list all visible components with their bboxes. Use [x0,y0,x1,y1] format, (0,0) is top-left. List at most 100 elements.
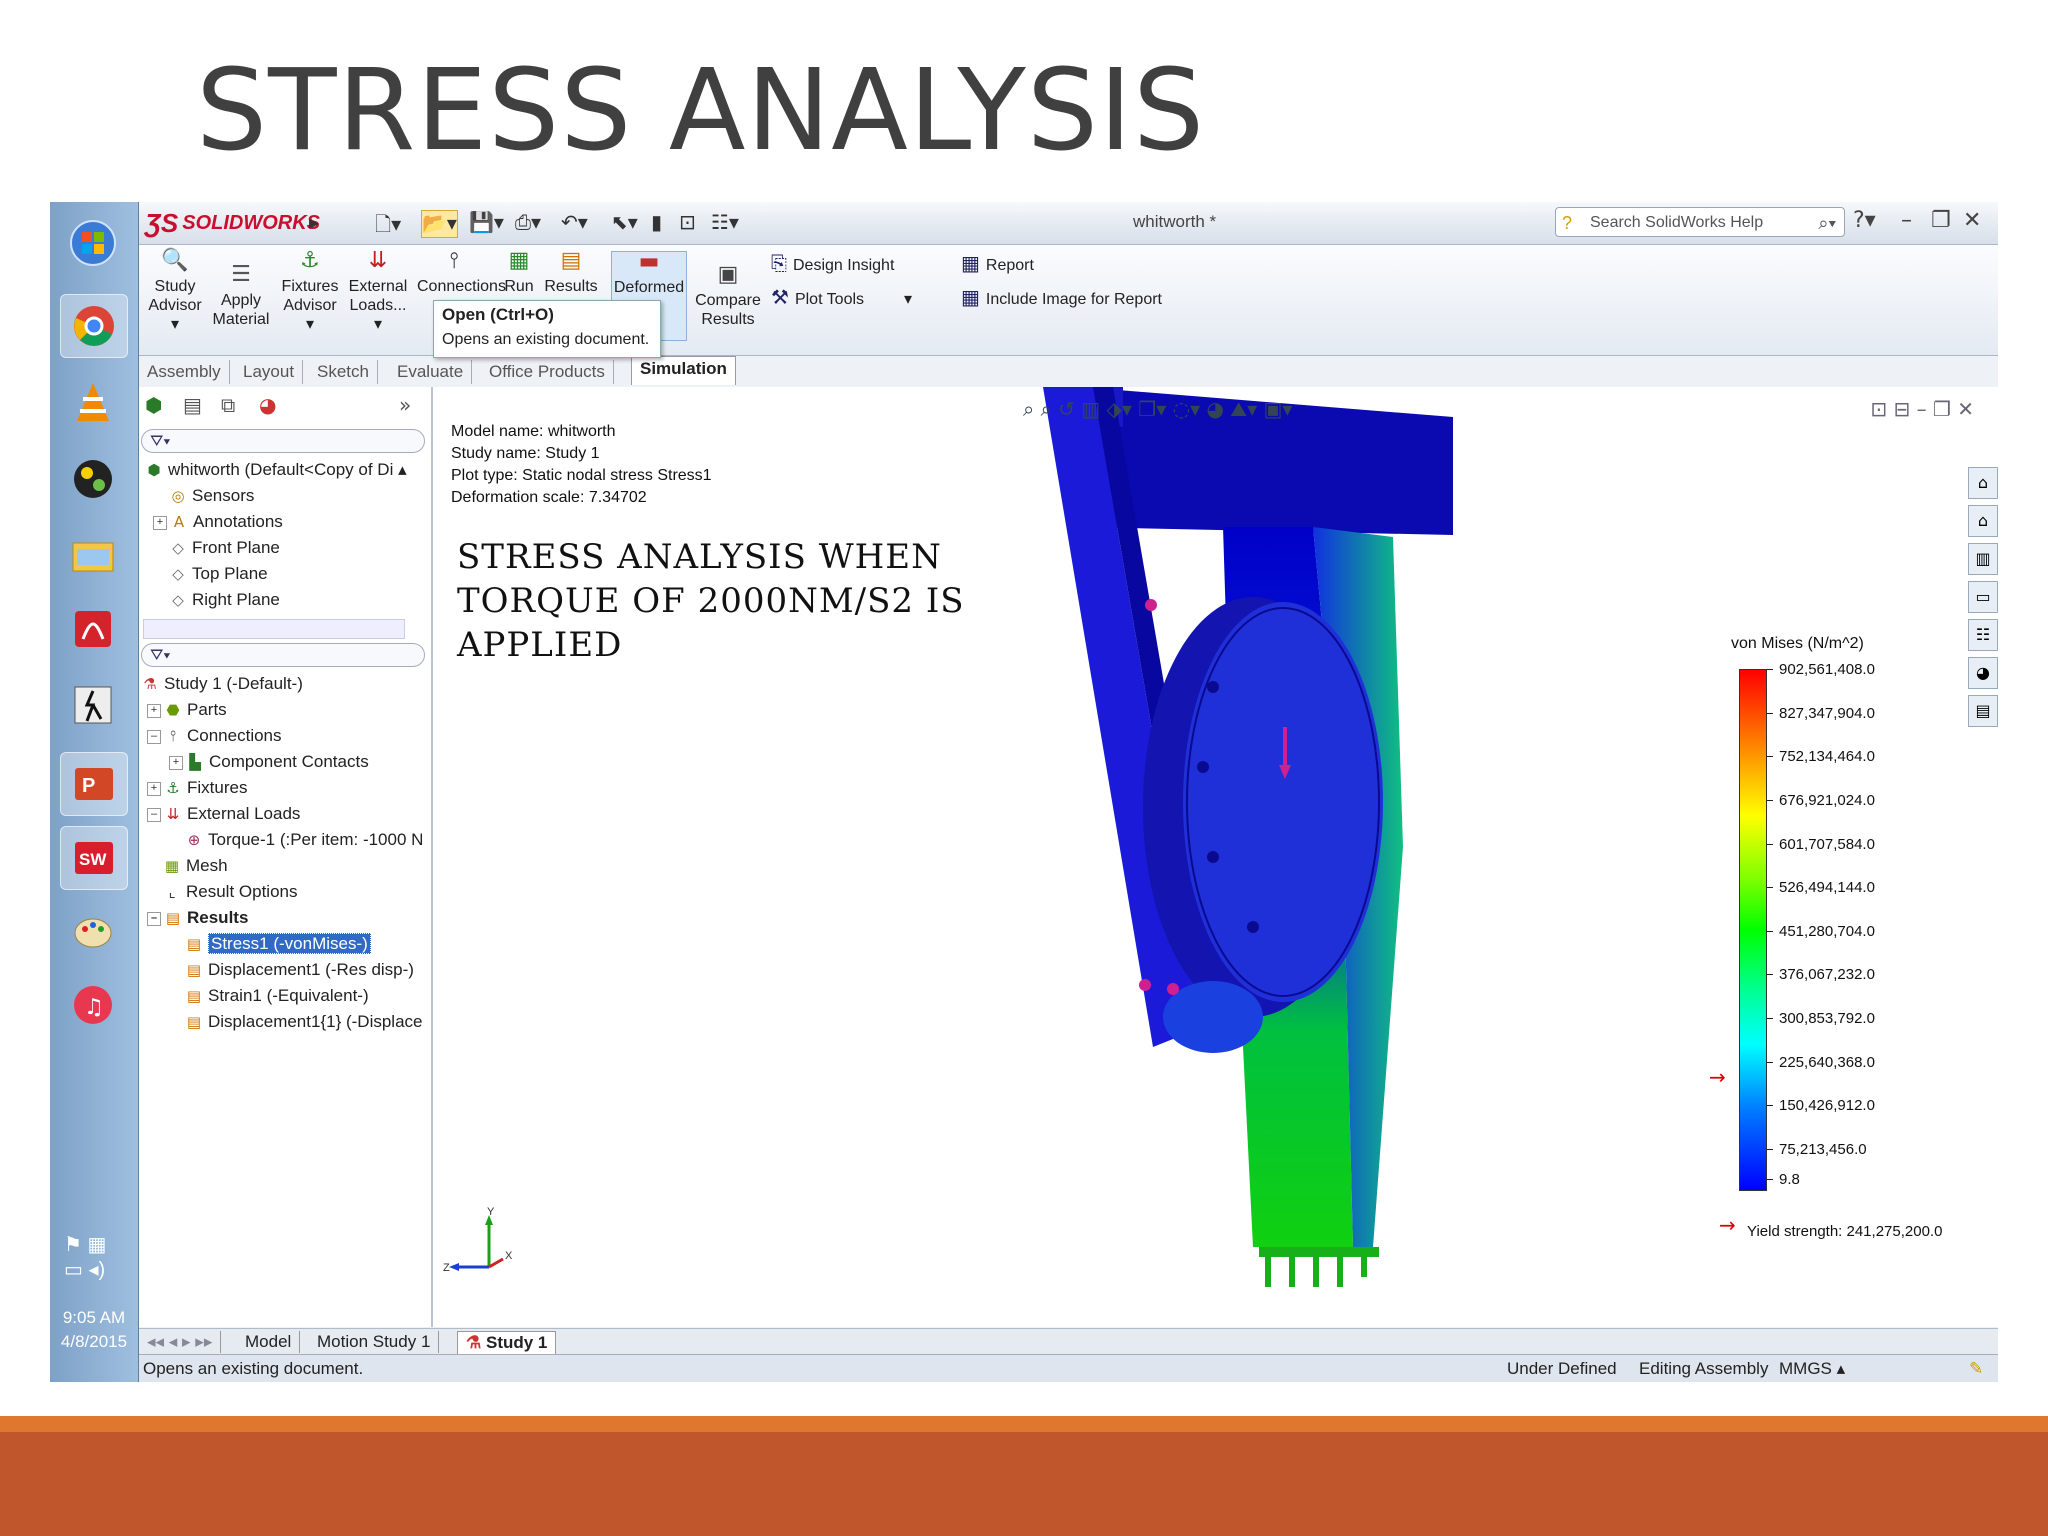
tab-model[interactable]: Model [237,1331,301,1353]
minimize-icon[interactable]: – [1901,208,1912,233]
connections-button[interactable]: ⫯ Connections [417,250,506,296]
taskbar-clock[interactable]: 9:05 AM 4/8/2015 [52,1306,136,1354]
powerpoint-icon[interactable]: P [60,752,128,816]
media-icon[interactable] [60,448,126,510]
tree-item-annotations[interactable]: + A Annotations [153,509,283,535]
tab-simulation[interactable]: Simulation [631,356,736,385]
study-tree-external-loads[interactable]: – ⇊ External Loads [147,801,300,827]
graphics-area[interactable]: ⌕ ⌕ ↺ ▥ ⬗▾ ❒▾ ◌▾ ◕ ⛰▾ ▣▾ ⊡ ⊟ – ❐ ✕ Model… [433,387,1998,1327]
viewport-restore-icon[interactable]: ❐ [1933,397,1951,421]
study-advisor-button[interactable]: 🔍 Study Advisor ▾ [147,250,203,334]
appearance-icon[interactable]: ◕ [1206,397,1223,421]
itunes-icon[interactable]: ♫ [60,974,126,1036]
previous-view-icon[interactable]: ↺ [1058,397,1075,421]
property-manager-tab-icon[interactable]: ▤ [183,393,202,417]
include-image-button[interactable]: ▦ Include Image for Report [961,285,1162,309]
help-icon[interactable]: ?▾ [1853,208,1876,233]
paint-icon[interactable] [60,900,126,962]
start-orb-icon[interactable] [60,212,126,274]
rebuild-icon[interactable]: ▮ [651,210,662,236]
tree-item-sensors[interactable]: ◎ Sensors [169,483,254,509]
compare-results-button[interactable]: ▣ Compare Results [693,264,763,329]
home-icon[interactable]: ⌂ [1968,505,1998,537]
external-loads-button[interactable]: ⇊ External Loads... ▾ [345,250,411,334]
tab-sketch[interactable]: Sketch [309,360,378,384]
file-explorer-icon[interactable]: ▭ [1968,581,1998,613]
view-settings-icon[interactable]: ▣▾ [1264,397,1293,421]
scene-icon[interactable]: ⛰▾ [1230,397,1257,421]
undo-icon[interactable]: ↶▾ [561,210,588,236]
solidworks-icon[interactable]: SW [60,826,128,890]
viewport-controls[interactable]: ⊡ ⊟ – ❐ ✕ [1870,397,1974,421]
save-icon[interactable]: 💾▾ [469,210,504,236]
display-style-icon[interactable]: ❒▾ [1138,397,1166,421]
tree-root-assembly[interactable]: ⬢ whitworth (Default<Copy of Di ▴ [145,457,406,483]
section-view-icon[interactable]: ▥ [1081,397,1100,421]
study-tree-results[interactable]: – ▤ Results [147,905,248,931]
tab-assembly[interactable]: Assembly [139,360,230,384]
view-heads-up-toolbar[interactable]: ⌕ ⌕ ↺ ▥ ⬗▾ ❒▾ ◌▾ ◕ ⛰▾ ▣▾ [1023,397,1292,421]
game-icon[interactable] [60,674,126,736]
tree-horizontal-scrollbar[interactable] [143,619,405,639]
new-document-icon[interactable]: 🗋▾ [375,210,401,236]
custom-properties-icon[interactable]: ▤ [1968,695,1998,727]
help-search-input[interactable]: ? Search SolidWorks Help ⌕▾ [1555,207,1845,237]
close-icon[interactable]: ✕ [1963,208,1981,233]
solidworks-logo[interactable]: ƷS SOLIDWORKS [145,206,320,240]
view-palette-icon[interactable]: ☷ [1968,619,1998,651]
tab-evaluate[interactable]: Evaluate [389,360,473,384]
zoom-area-icon[interactable]: ⌕ [1041,397,1052,421]
tree-item-front-plane[interactable]: ◇ Front Plane [169,535,280,561]
plot-tools-button[interactable]: ⚒ Plot Tools ▾ [771,285,912,309]
rebuild-status-icon[interactable]: ✎ [1969,1355,1983,1382]
study-tree-fixtures[interactable]: + ⚓ Fixtures [147,775,247,801]
design-insight-button[interactable]: ⎘ Design Insight [771,251,894,275]
study-tree-connections[interactable]: – ⫯ Connections [147,723,282,749]
tab-scroll-arrows[interactable]: ◂◂ ◂ ▸ ▸▸ [139,1331,222,1353]
study-tree-stress1[interactable]: ▤ Stress1 (-vonMises-) [185,931,371,957]
study-tree-parts[interactable]: + ⬣ Parts [147,697,227,723]
resources-icon[interactable]: ⌂ [1968,467,1998,499]
search-icon[interactable]: ⌕▾ [1818,208,1836,238]
menu-arrow-icon[interactable]: ▸ [309,210,319,236]
design-library-icon[interactable]: ▥ [1968,543,1998,575]
study-tree-component-contacts[interactable]: + ▙ Component Contacts [169,749,369,775]
open-document-icon[interactable]: 📂▾ [421,210,458,238]
study-tree-result-options[interactable]: ⌞ Result Options [163,879,297,905]
split-view-icon[interactable]: ⊡ [1870,397,1887,421]
results-button[interactable]: ▤ Results [543,250,599,296]
options-icon[interactable]: ☷▾ [711,210,739,236]
tree-item-right-plane[interactable]: ◇ Right Plane [169,587,280,613]
appearances-icon[interactable]: ◕ [1968,657,1998,689]
select-icon[interactable]: ⬉▾ [611,210,638,236]
tree-item-top-plane[interactable]: ◇ Top Plane [169,561,267,587]
explorer-icon[interactable] [60,524,126,586]
view-orientation-icon[interactable]: ⬗▾ [1107,397,1132,421]
restore-icon[interactable]: ❐ [1931,208,1951,233]
vlc-icon[interactable] [60,372,126,434]
chrome-icon[interactable] [60,294,128,358]
split-view2-icon[interactable]: ⊟ [1893,397,1910,421]
configuration-tab-icon[interactable]: ⧉ [221,393,235,417]
tab-motion-study-1[interactable]: Motion Study 1 [309,1331,440,1353]
units-selector[interactable]: MMGS ▴ [1779,1355,1845,1382]
display-manager-tab-icon[interactable]: ◕ [259,393,276,417]
fixtures-advisor-button[interactable]: ⚓ Fixtures Advisor ▾ [279,250,341,334]
tab-office-products[interactable]: Office Products [481,360,614,384]
study-filter-icon[interactable]: ⛛▾ [141,643,425,667]
study-tree-strain1[interactable]: ▤ Strain1 (-Equivalent-) [185,983,369,1009]
tab-study-1[interactable]: ⚗ Study 1 [457,1331,557,1355]
study-tree-displacement2[interactable]: ▤ Displacement1{1} (-Displace [185,1009,423,1035]
study-tree-mesh[interactable]: ▦ Mesh [163,853,228,879]
run-button[interactable]: ▦ Run [499,250,539,296]
system-tray[interactable]: ⚑ ▦ ▭ ◂) [64,1232,124,1282]
viewport-minimize-icon[interactable]: – [1917,397,1927,421]
print-icon[interactable]: ⎙▾ [515,210,541,236]
apply-material-button[interactable]: ☰ Apply Material [209,264,273,329]
study-tree-torque[interactable]: ⊕ Torque-1 (:Per item: -1000 N [185,827,424,853]
study-tree-root[interactable]: ⚗ Study 1 (-Default-) [141,671,303,697]
filter-icon[interactable]: ⛛▾ [141,429,425,453]
hide-show-icon[interactable]: ◌▾ [1173,397,1201,421]
zoom-to-fit-icon[interactable]: ⌕ [1023,397,1034,421]
tab-layout[interactable]: Layout [235,360,304,384]
